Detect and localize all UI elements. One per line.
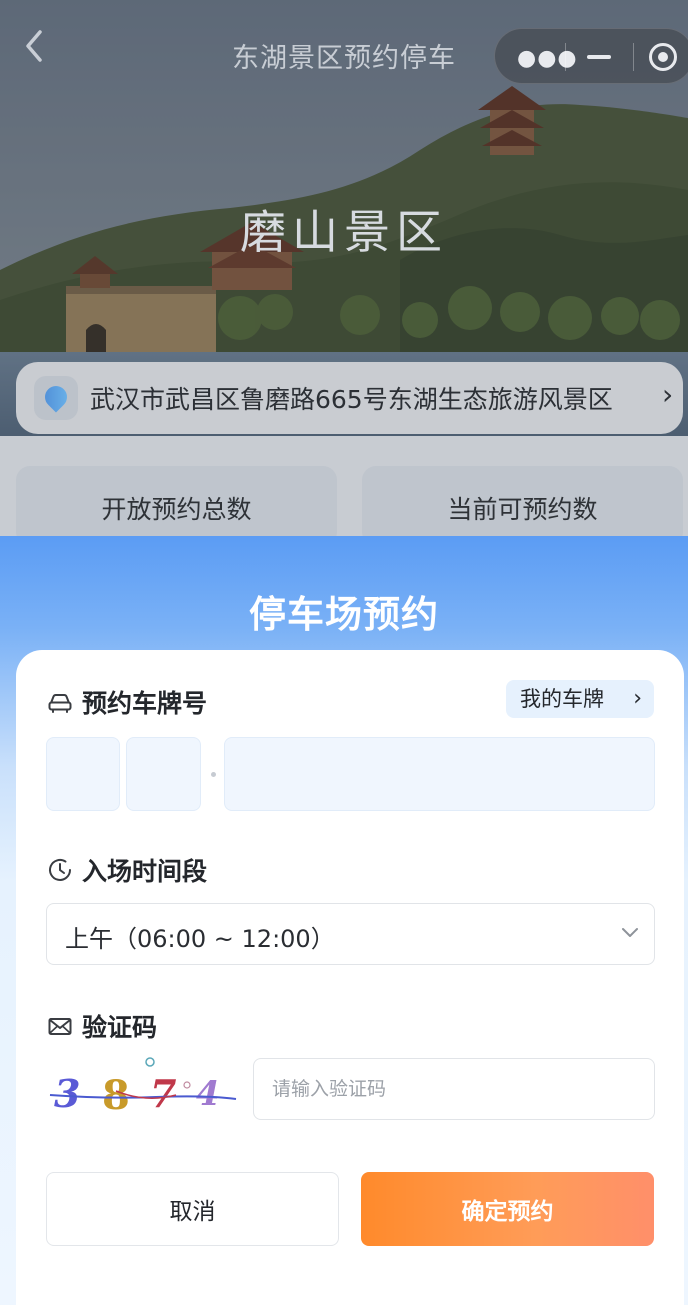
car-icon bbox=[48, 694, 72, 713]
time-section-header: 入场时间段 bbox=[46, 852, 207, 888]
captcha-char-1: 3 bbox=[54, 1071, 80, 1116]
plate-letter-field[interactable] bbox=[126, 737, 201, 811]
reservation-sheet: 停车场预约 预约车牌号 我的车牌 › 入场时间段 上午（06:00 ~ 12:0… bbox=[0, 536, 688, 1305]
mail-icon bbox=[48, 1018, 72, 1035]
captcha-char-3: 7 bbox=[150, 1071, 176, 1116]
plate-separator-dot bbox=[211, 772, 216, 777]
more-dots-icon[interactable]: ●●● bbox=[517, 46, 578, 71]
reservation-form-card: 预约车牌号 我的车牌 › 入场时间段 上午（06:00 ~ 12:00） 验证码… bbox=[16, 650, 684, 1305]
captcha-section-label: 验证码 bbox=[82, 1013, 158, 1042]
captcha-char-4: 4 bbox=[196, 1074, 220, 1114]
time-slot-value: 上午（06:00 ~ 12:00） bbox=[65, 925, 335, 953]
miniprogram-capsule: ●●● bbox=[494, 28, 688, 84]
stat-available-label: 当前可预约数 bbox=[447, 495, 598, 524]
sheet-title: 停车场预约 bbox=[249, 593, 439, 636]
address-text: 武汉市武昌区鲁磨路665号东湖生态旅游风景区 bbox=[90, 385, 613, 414]
my-plate-label: 我的车牌 bbox=[520, 687, 604, 711]
location-icon bbox=[34, 376, 78, 420]
time-section-label: 入场时间段 bbox=[82, 857, 208, 886]
captcha-section-header: 验证码 bbox=[46, 1008, 157, 1044]
stat-available-card: 当前可预约数 bbox=[362, 466, 683, 546]
my-plate-button[interactable]: 我的车牌 › bbox=[506, 680, 654, 718]
plate-province-field[interactable] bbox=[46, 737, 120, 811]
time-slot-select[interactable]: 上午（06:00 ~ 12:00） bbox=[46, 903, 655, 965]
stat-total-label: 开放预约总数 bbox=[101, 495, 252, 524]
plate-section-label: 预约车牌号 bbox=[82, 689, 208, 718]
captcha-input[interactable] bbox=[253, 1058, 655, 1120]
chevron-right-icon: › bbox=[633, 686, 642, 711]
scenic-name: 磨山景区 bbox=[240, 205, 448, 259]
address-card[interactable]: 武汉市武昌区鲁磨路665号东湖生态旅游风景区 › bbox=[16, 362, 683, 434]
chevron-right-icon: › bbox=[662, 378, 674, 411]
minus-icon[interactable] bbox=[587, 55, 611, 59]
target-circle-icon[interactable] bbox=[649, 43, 677, 71]
clock-icon bbox=[49, 858, 71, 881]
captcha-image[interactable]: 3 8 7 4 bbox=[46, 1055, 238, 1121]
stat-total-card: 开放预约总数 bbox=[16, 466, 337, 546]
capsule-divider bbox=[565, 43, 566, 71]
captcha-char-2: 8 bbox=[102, 1072, 130, 1119]
cancel-button[interactable]: 取消 bbox=[46, 1172, 339, 1246]
capsule-divider bbox=[633, 43, 634, 71]
chevron-down-icon bbox=[622, 928, 638, 937]
plate-section-header: 预约车牌号 bbox=[46, 684, 207, 720]
plate-number-field[interactable] bbox=[224, 737, 655, 811]
confirm-reservation-button[interactable]: 确定预约 bbox=[361, 1172, 654, 1246]
